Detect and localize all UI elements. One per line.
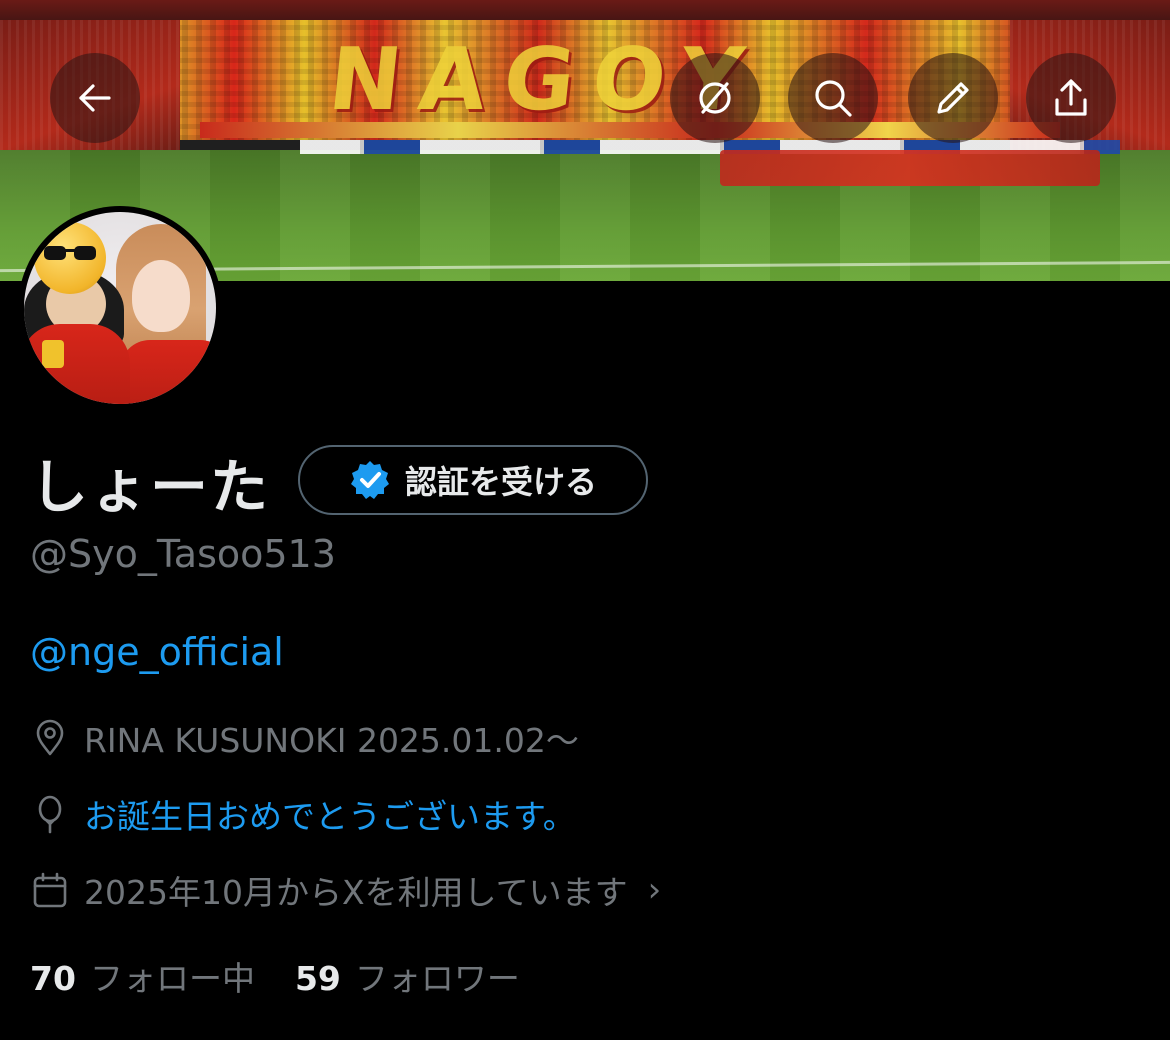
profile-handle: @Syo_Tasoo513	[30, 532, 336, 576]
following-label[interactable]: フォロー中	[90, 952, 255, 1000]
grok-button[interactable]	[670, 53, 760, 143]
chevron-right-icon[interactable]: ›	[648, 870, 662, 910]
follow-stats: 70 フォロー中 59 フォロワー	[30, 952, 560, 1000]
share-button[interactable]	[1026, 53, 1116, 143]
bio-mention-link[interactable]: @nge_official	[30, 630, 284, 674]
following-count[interactable]: 70	[30, 959, 76, 998]
avatar-jersey	[120, 340, 216, 404]
location-text: RINA KUSUNOKI 2025.01.02～	[84, 721, 579, 760]
avatar[interactable]	[18, 206, 222, 410]
arrow-left-icon	[79, 84, 111, 112]
followers-label[interactable]: フォロワー	[355, 952, 520, 1000]
profile-name: しょーた	[30, 453, 271, 521]
slashed-circle-icon	[699, 82, 731, 114]
search-button[interactable]	[788, 53, 878, 143]
back-button[interactable]	[50, 53, 140, 143]
get-verified-label: 認証を受ける	[404, 463, 597, 501]
verified-badge-icon	[350, 461, 389, 499]
sunglasses-icon	[44, 246, 96, 260]
location-row: RINA KUSUNOKI 2025.01.02～	[30, 714, 579, 762]
avatar-photo	[24, 212, 216, 404]
avatar-jersey-2	[24, 324, 130, 404]
share-upload-icon	[1055, 79, 1087, 116]
birthday-row[interactable]: お誕生日おめでとうございます。	[30, 790, 576, 838]
search-icon	[815, 80, 852, 117]
followers-count[interactable]: 59	[295, 959, 341, 998]
giant-flag	[720, 150, 1100, 186]
pencil-icon	[937, 82, 969, 114]
joined-row[interactable]: 2025年10月からXを利用しています ›	[30, 866, 661, 914]
calendar-icon	[33, 872, 67, 908]
edit-button[interactable]	[908, 53, 998, 143]
get-verified-button[interactable]: 認証を受ける	[298, 445, 648, 515]
birthday-text[interactable]: お誕生日おめでとうございます。	[84, 790, 576, 838]
avatar-face	[132, 260, 190, 332]
location-pin-icon	[36, 719, 64, 756]
joined-text: 2025年10月からXを利用しています	[84, 873, 628, 912]
balloon-icon	[38, 795, 62, 834]
avatar-crest	[42, 340, 64, 368]
sunglasses-emoji-icon	[34, 222, 106, 294]
banner-tifo-text: NAGOY	[324, 30, 767, 130]
